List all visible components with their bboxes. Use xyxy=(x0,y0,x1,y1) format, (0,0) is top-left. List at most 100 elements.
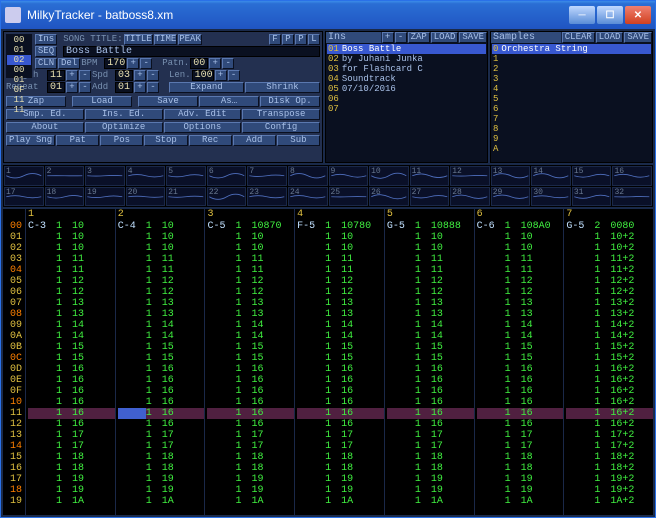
spd-down[interactable]: - xyxy=(147,70,159,81)
play-sng-button[interactable]: Play Sng xyxy=(6,135,55,146)
sample-item[interactable]: A xyxy=(492,144,651,154)
scope-9[interactable]: 9 xyxy=(329,166,369,186)
scope-10[interactable]: 10 xyxy=(369,166,409,186)
adv-edit-button[interactable]: Adv. Edit xyxy=(164,109,242,120)
length-up[interactable]: + xyxy=(66,70,78,81)
pattern-tracks[interactable]: C-3110 110 110 111 111 112 112 113 113 1… xyxy=(25,221,653,515)
pos-button[interactable]: Pos xyxy=(100,135,143,146)
scope-3[interactable]: 3 xyxy=(85,166,125,186)
track-4[interactable]: F-5110780 110 110 111 111 112 112 113 11… xyxy=(294,221,384,515)
sample-item[interactable]: 3 xyxy=(492,74,651,84)
about-button[interactable]: About xyxy=(6,122,84,133)
expand-button[interactable]: Expand xyxy=(169,82,244,93)
bpm-down[interactable]: - xyxy=(140,58,152,69)
channel-header-3[interactable]: 3 xyxy=(204,209,294,221)
scope-2[interactable]: 2 xyxy=(45,166,85,186)
scope-17[interactable]: 17 xyxy=(4,187,44,207)
instr-load[interactable]: LOAD xyxy=(431,32,459,43)
len-value[interactable]: 100 xyxy=(192,70,214,81)
scope-1[interactable]: 1 xyxy=(4,166,44,186)
samples-list[interactable]: 0Orchestra String123456789A xyxy=(491,43,652,162)
track-5[interactable]: G-5110888 110 110 111 111 112 112 113 11… xyxy=(384,221,474,515)
bpm-value[interactable]: 170 xyxy=(104,58,126,69)
channel-header-4[interactable]: 4 xyxy=(294,209,384,221)
spd-up[interactable]: + xyxy=(134,70,146,81)
channel-scopes[interactable]: 1234567891011121314151617181920212223242… xyxy=(3,165,653,207)
patn-up[interactable]: + xyxy=(209,58,221,69)
scope-6[interactable]: 6 xyxy=(207,166,247,186)
instr-minus[interactable]: - xyxy=(395,32,407,43)
sample-item[interactable]: 4 xyxy=(492,84,651,94)
track-6[interactable]: C-61108A0 110 110 111 111 112 112 113 11… xyxy=(474,221,564,515)
flip-p1[interactable]: P xyxy=(282,34,294,45)
add-down[interactable]: - xyxy=(147,82,159,93)
patn-down[interactable]: - xyxy=(222,58,234,69)
channel-header-1[interactable]: 1 xyxy=(25,209,115,221)
pattern-editor[interactable]: 000102030405060708090A0B0C0D0E0F10111213… xyxy=(3,221,653,515)
options-button[interactable]: Options xyxy=(164,122,242,133)
repeat-value[interactable]: 01 xyxy=(47,82,65,93)
scope-20[interactable]: 20 xyxy=(126,187,166,207)
instr-zap[interactable]: ZAP xyxy=(408,32,430,43)
instr-plus[interactable]: + xyxy=(382,32,394,43)
len-down[interactable]: - xyxy=(228,70,240,81)
sample-item[interactable]: 2 xyxy=(492,64,651,74)
config-button[interactable]: Config xyxy=(242,122,320,133)
sample-item[interactable]: 0Orchestra String xyxy=(492,44,651,54)
peak-button[interactable]: PEAK xyxy=(178,34,202,45)
title-button[interactable]: TITLE xyxy=(124,34,153,45)
cln-button[interactable]: CLN xyxy=(35,58,57,69)
ins-row-button[interactable]: Ins xyxy=(35,34,57,45)
scope-8[interactable]: 8 xyxy=(288,166,328,186)
scope-28[interactable]: 28 xyxy=(450,187,490,207)
samp-load[interactable]: LOAD xyxy=(596,32,624,43)
scope-11[interactable]: 11 xyxy=(410,166,450,186)
optimize-button[interactable]: Optimize xyxy=(85,122,163,133)
sample-item[interactable]: 5 xyxy=(492,94,651,104)
scope-24[interactable]: 24 xyxy=(288,187,328,207)
sample-item[interactable]: 8 xyxy=(492,124,651,134)
sample-item[interactable]: 1 xyxy=(492,54,651,64)
scope-32[interactable]: 32 xyxy=(612,187,652,207)
time-button[interactable]: TIME xyxy=(154,34,178,45)
ins-ed--button[interactable]: Ins. Ed. xyxy=(85,109,163,120)
load-button[interactable]: Load xyxy=(72,96,132,107)
instrument-item[interactable]: 01Boss Battle xyxy=(327,44,486,54)
sample-item[interactable]: 7 xyxy=(492,114,651,124)
scope-15[interactable]: 15 xyxy=(572,166,612,186)
length-down[interactable]: - xyxy=(79,70,91,81)
track-3[interactable]: C-5110870 110 110 111 111 112 112 113 11… xyxy=(204,221,294,515)
stop-button[interactable]: Stop xyxy=(144,135,187,146)
instruments-list[interactable]: 01Boss Battle02by Juhani Junka03for Flas… xyxy=(326,43,487,162)
scope-5[interactable]: 5 xyxy=(166,166,206,186)
repeat-up[interactable]: + xyxy=(66,82,78,93)
scope-4[interactable]: 4 xyxy=(126,166,166,186)
transpose-button[interactable]: Transpose xyxy=(242,109,320,120)
scope-30[interactable]: 30 xyxy=(531,187,571,207)
disk-op--button[interactable]: Disk Op. xyxy=(260,96,320,107)
song-title-field[interactable]: Boss Battle xyxy=(63,46,320,57)
channel-header-7[interactable]: 7 xyxy=(563,209,653,221)
minimize-button[interactable]: ─ xyxy=(569,6,595,24)
scope-7[interactable]: 7 xyxy=(247,166,287,186)
as--button[interactable]: As… xyxy=(199,96,259,107)
patn-value[interactable]: 00 xyxy=(190,58,208,69)
maximize-button[interactable]: ☐ xyxy=(597,6,623,24)
samp-clear[interactable]: CLEAR xyxy=(562,32,595,43)
add-up[interactable]: + xyxy=(134,82,146,93)
del-row-button[interactable]: Del xyxy=(58,58,80,69)
bpm-up[interactable]: + xyxy=(127,58,139,69)
scope-31[interactable]: 31 xyxy=(572,187,612,207)
scope-13[interactable]: 13 xyxy=(491,166,531,186)
flip-l[interactable]: L xyxy=(308,34,320,45)
repeat-down[interactable]: - xyxy=(79,82,91,93)
scope-22[interactable]: 22 xyxy=(207,187,247,207)
channel-header-6[interactable]: 6 xyxy=(474,209,564,221)
add-value[interactable]: 01 xyxy=(115,82,133,93)
samp-save[interactable]: SAVE xyxy=(624,32,652,43)
flip-f[interactable]: F xyxy=(269,34,281,45)
scope-26[interactable]: 26 xyxy=(369,187,409,207)
scope-12[interactable]: 12 xyxy=(450,166,490,186)
save-button[interactable]: Save xyxy=(138,96,198,107)
sub-button[interactable]: Sub xyxy=(277,135,320,146)
